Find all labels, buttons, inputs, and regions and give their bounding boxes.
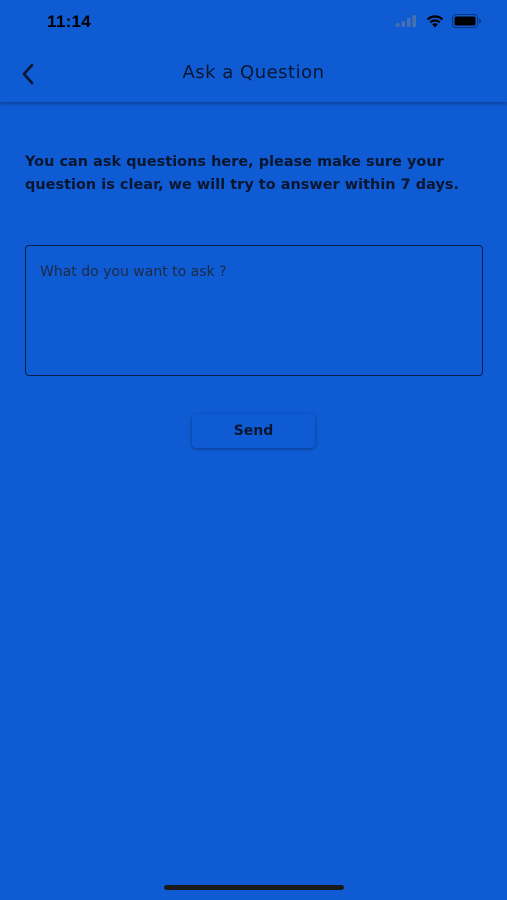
status-bar: 11:14 xyxy=(0,0,507,46)
battery-icon xyxy=(452,14,481,28)
send-button[interactable]: Send xyxy=(192,414,315,448)
status-time: 11:14 xyxy=(47,12,92,31)
signal-icon xyxy=(396,15,416,27)
nav-bar: Ask a Question xyxy=(0,46,507,102)
page-title: Ask a Question xyxy=(182,62,325,83)
status-icons xyxy=(396,14,482,28)
wifi-icon xyxy=(426,14,444,27)
question-input[interactable] xyxy=(26,246,482,375)
home-indicator xyxy=(164,885,344,890)
question-box xyxy=(25,245,483,376)
intro-text: You can ask questions here, please make … xyxy=(25,154,460,193)
